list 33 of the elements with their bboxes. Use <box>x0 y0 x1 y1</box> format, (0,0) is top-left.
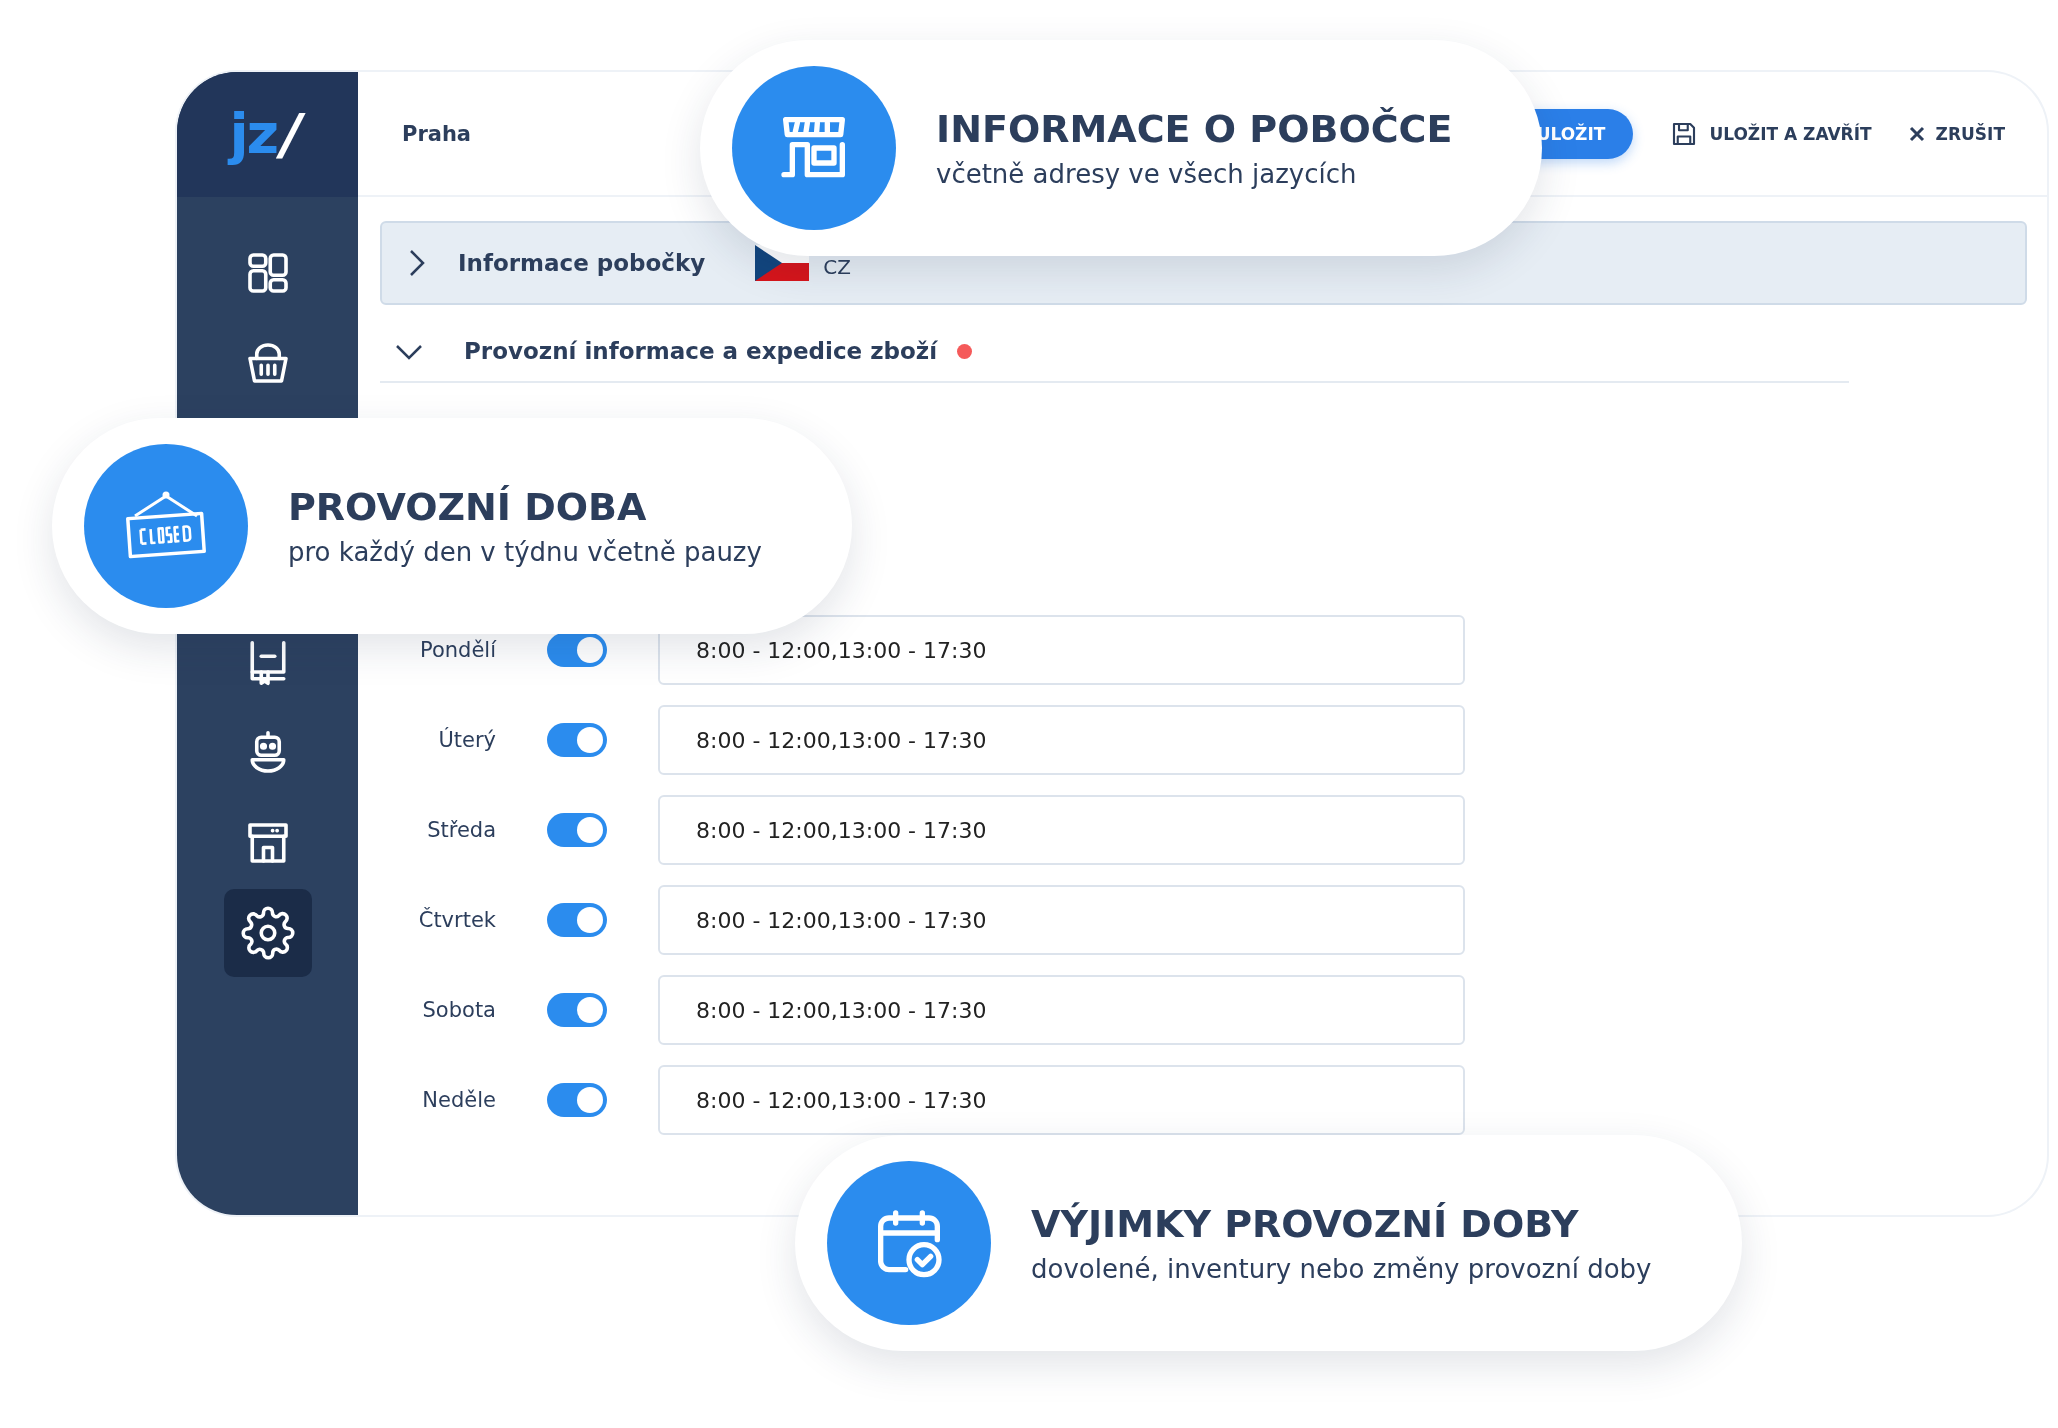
day-label: Pondělí <box>419 638 496 662</box>
cancel-button[interactable]: ZRUŠIT <box>1907 123 2005 144</box>
toggle-switch[interactable] <box>547 813 607 847</box>
branch-title: Praha <box>402 121 472 146</box>
day-label: Neděle <box>421 1088 496 1112</box>
callout-title: PROVOZNÍ DOBA <box>288 485 648 529</box>
toggle-switch[interactable] <box>547 633 607 667</box>
logo: jz/ <box>225 98 310 171</box>
toggle-switch[interactable] <box>547 993 607 1027</box>
language-code: CZ <box>823 255 851 279</box>
hours-field[interactable]: 8:00 - 12:00,13:00 - 17:30 <box>658 975 1465 1045</box>
close-icon <box>1907 124 1926 143</box>
toggle-switch[interactable] <box>547 1083 607 1117</box>
settings-icon <box>240 906 295 960</box>
callout-subtitle: dovolené, inventury nebo změny provozní doby <box>1031 1254 1652 1284</box>
day-label: Středa <box>426 818 496 842</box>
toggle-switch[interactable] <box>547 723 607 757</box>
callout-subtitle: pro každý den v týdnu včetně pauzy <box>288 537 762 567</box>
day-label: Úterý <box>437 728 496 752</box>
hours-field[interactable]: 8:00 - 12:00,13:00 - 17:30 <box>658 1065 1465 1135</box>
hours-field[interactable]: 8:00 - 12:00,13:00 - 17:30 <box>658 615 1465 685</box>
toggle-switch[interactable] <box>547 903 607 937</box>
callout-subtitle: včetně adresy ve všech jazycích <box>936 159 1358 189</box>
day-label: Čtvrtek <box>417 908 496 932</box>
hours-field[interactable]: 8:00 - 12:00,13:00 - 17:30 <box>658 795 1465 865</box>
section-header[interactable]: Provozní informace a expedice zboží <box>380 321 1849 383</box>
sidebar-item[interactable] <box>223 889 312 977</box>
callout-title: VÝJIMKY PROVOZNÍ DOBY <box>1031 1202 1580 1246</box>
hours-field[interactable]: 8:00 - 12:00,13:00 - 17:30 <box>658 705 1465 775</box>
hours-field[interactable]: 8:00 - 12:00,13:00 - 17:30 <box>658 885 1465 955</box>
save-close-button[interactable]: ULOŽIT A ZAVŘÍT <box>1669 118 1872 149</box>
callout-title: INFORMACE O POBOČCE <box>936 107 1453 151</box>
day-label: Sobota <box>421 998 496 1022</box>
